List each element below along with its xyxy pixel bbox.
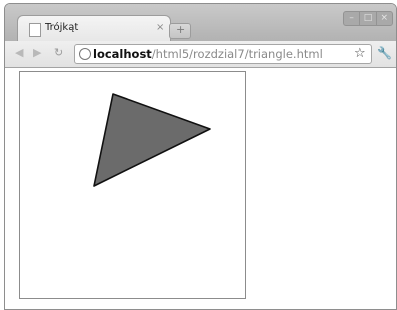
new-tab-icon: +	[176, 23, 186, 36]
url-text: localhost/html5/rozdzial7/triangle.html	[93, 46, 323, 62]
drawing-canvas	[19, 71, 246, 299]
window-close-button[interactable]: ×	[377, 12, 392, 25]
forward-icon[interactable]: ▶	[33, 45, 41, 61]
page-icon	[29, 23, 41, 37]
new-tab-button[interactable]: +	[169, 23, 191, 39]
tab-title: Trójkąt	[45, 22, 79, 33]
back-icon[interactable]: ◀	[15, 45, 23, 61]
bookmark-star-icon[interactable]: ☆	[354, 45, 366, 62]
browser-window: Trójkąt × + – □ × ◀ ▶ ↻ localhost/html5/…	[4, 3, 397, 310]
toolbar: ◀ ▶ ↻ localhost/html5/rozdzial7/triangle…	[5, 41, 396, 68]
triangle-shape	[93, 93, 211, 187]
window-controls: – □ ×	[343, 11, 393, 26]
globe-icon	[79, 48, 91, 60]
url-host: localhost	[93, 47, 152, 61]
maximize-button[interactable]: □	[360, 12, 377, 25]
close-icon[interactable]: ×	[156, 21, 164, 35]
title-bar: Trójkąt × + – □ ×	[5, 4, 396, 43]
url-path: /html5/rozdzial7/triangle.html	[151, 47, 323, 61]
minimize-button[interactable]: –	[344, 12, 361, 25]
page-content	[5, 68, 396, 309]
reload-icon[interactable]: ↻	[54, 45, 63, 61]
tab-active[interactable]: Trójkąt ×	[17, 15, 171, 43]
wrench-icon[interactable]: 🔧	[377, 45, 392, 61]
address-bar[interactable]: localhost/html5/rozdzial7/triangle.html …	[74, 44, 372, 64]
canvas-svg	[93, 93, 211, 187]
